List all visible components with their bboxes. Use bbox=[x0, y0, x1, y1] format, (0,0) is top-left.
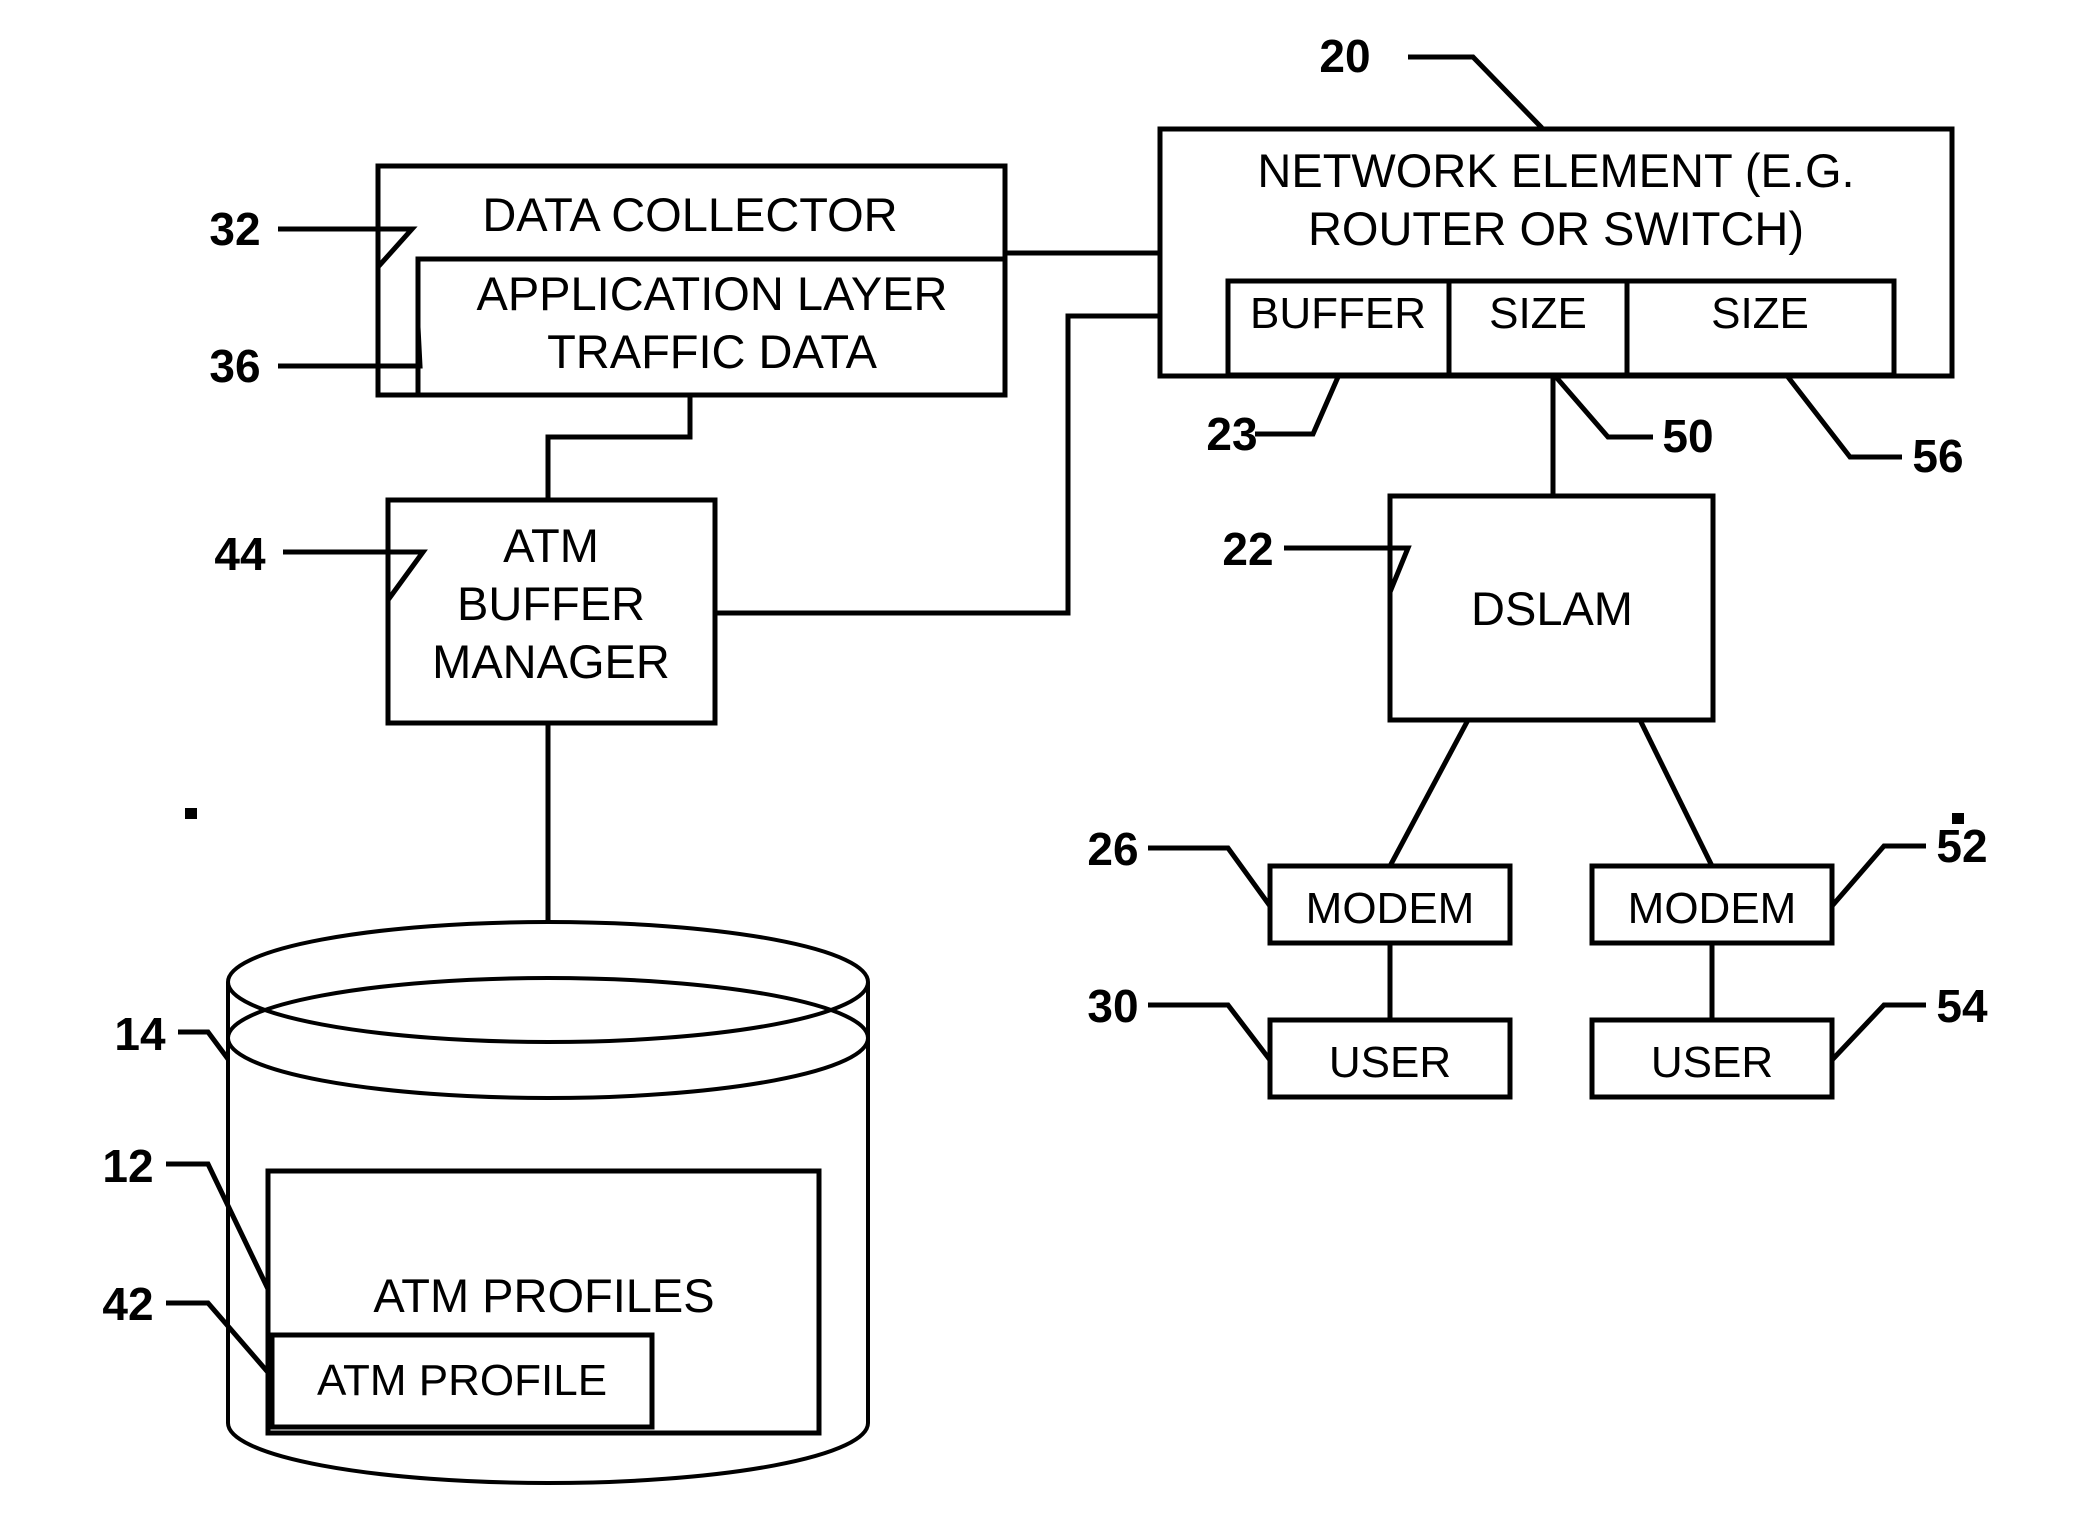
atm-profiles-label: ATM PROFILES bbox=[373, 1269, 714, 1322]
svg-text:50: 50 bbox=[1662, 410, 1713, 462]
ref-numeral-50: 50 bbox=[1554, 375, 1714, 462]
ref-numeral-14: 14 bbox=[114, 1008, 231, 1061]
user-right-label: USER bbox=[1651, 1038, 1773, 1087]
app-layer-line-2: TRAFFIC DATA bbox=[547, 325, 878, 378]
svg-text:42: 42 bbox=[102, 1278, 153, 1330]
modem-left-label: MODEM bbox=[1306, 884, 1475, 933]
svg-text:32: 32 bbox=[209, 203, 260, 255]
svg-text:14: 14 bbox=[114, 1008, 166, 1060]
network-element-line-2: ROUTER OR SWITCH) bbox=[1308, 202, 1804, 255]
data-collector-label: DATA COLLECTOR bbox=[482, 188, 897, 241]
svg-text:12: 12 bbox=[102, 1140, 153, 1192]
svg-text:52: 52 bbox=[1936, 820, 1987, 872]
atm-buffer-manager-line-2: BUFFER bbox=[457, 577, 645, 630]
ref-numeral-54: 54 bbox=[1830, 980, 1988, 1062]
ref-numeral-52: 52 bbox=[1830, 820, 1988, 908]
svg-text:36: 36 bbox=[209, 340, 260, 392]
modem-right-label: MODEM bbox=[1628, 884, 1797, 933]
scan-speck-right bbox=[1952, 813, 1964, 824]
svg-text:30: 30 bbox=[1087, 980, 1138, 1032]
ref-numeral-30: 30 bbox=[1087, 980, 1272, 1062]
user-left-box: USER bbox=[1267, 1017, 1513, 1100]
buffer-size-table: BUFFER SIZE SIZE bbox=[1225, 278, 1897, 378]
connector-app-layer-to-atm-buffer-manager bbox=[545, 395, 693, 500]
atm-buffer-manager-line-1: ATM bbox=[503, 519, 599, 572]
svg-text:44: 44 bbox=[214, 528, 266, 580]
svg-text:54: 54 bbox=[1936, 980, 1988, 1032]
user-right-box: USER bbox=[1589, 1017, 1835, 1100]
atm-buffer-manager-line-3: MANAGER bbox=[432, 635, 670, 688]
scan-speck-left bbox=[185, 808, 197, 819]
svg-text:56: 56 bbox=[1912, 430, 1963, 482]
dslam-label: DSLAM bbox=[1471, 582, 1633, 635]
application-layer-traffic-data-box: APPLICATION LAYER TRAFFIC DATA bbox=[415, 256, 1008, 398]
ref-numeral-23: 23 bbox=[1206, 375, 1341, 460]
modem-left-box: MODEM bbox=[1267, 863, 1513, 946]
svg-text:22: 22 bbox=[1222, 523, 1273, 575]
ref-numeral-42: 42 bbox=[102, 1278, 274, 1379]
buffer-cell-label: BUFFER bbox=[1250, 289, 1426, 338]
ref-numeral-20: 20 bbox=[1319, 30, 1544, 130]
atm-profile-box: ATM PROFILE bbox=[269, 1332, 655, 1430]
atm-buffer-manager-box: ATM BUFFER MANAGER bbox=[385, 497, 718, 726]
connector-dslam-to-modem-left bbox=[1387, 718, 1471, 868]
ref-numeral-12: 12 bbox=[102, 1140, 271, 1291]
ref-numeral-26: 26 bbox=[1087, 823, 1273, 908]
app-layer-line-1: APPLICATION LAYER bbox=[476, 267, 947, 320]
atm-profile-label: ATM PROFILE bbox=[317, 1356, 607, 1405]
ref-numeral-22: 22 bbox=[1222, 523, 1412, 593]
user-left-label: USER bbox=[1329, 1038, 1451, 1087]
network-element-line-1: NETWORK ELEMENT (E.G. bbox=[1257, 144, 1854, 197]
svg-text:23: 23 bbox=[1206, 408, 1257, 460]
patent-figure: DATA COLLECTOR APPLICATION LAYER TRAFFIC… bbox=[0, 0, 2082, 1540]
connector-dslam-to-modem-right bbox=[1637, 718, 1715, 868]
ref-numeral-56: 56 bbox=[1786, 375, 1964, 482]
dslam-box: DSLAM bbox=[1387, 493, 1716, 723]
svg-text:26: 26 bbox=[1087, 823, 1138, 875]
size-cell-1-label: SIZE bbox=[1489, 289, 1587, 338]
svg-text:20: 20 bbox=[1319, 30, 1370, 82]
modem-right-box: MODEM bbox=[1589, 863, 1835, 946]
size-cell-2-label: SIZE bbox=[1711, 289, 1809, 338]
